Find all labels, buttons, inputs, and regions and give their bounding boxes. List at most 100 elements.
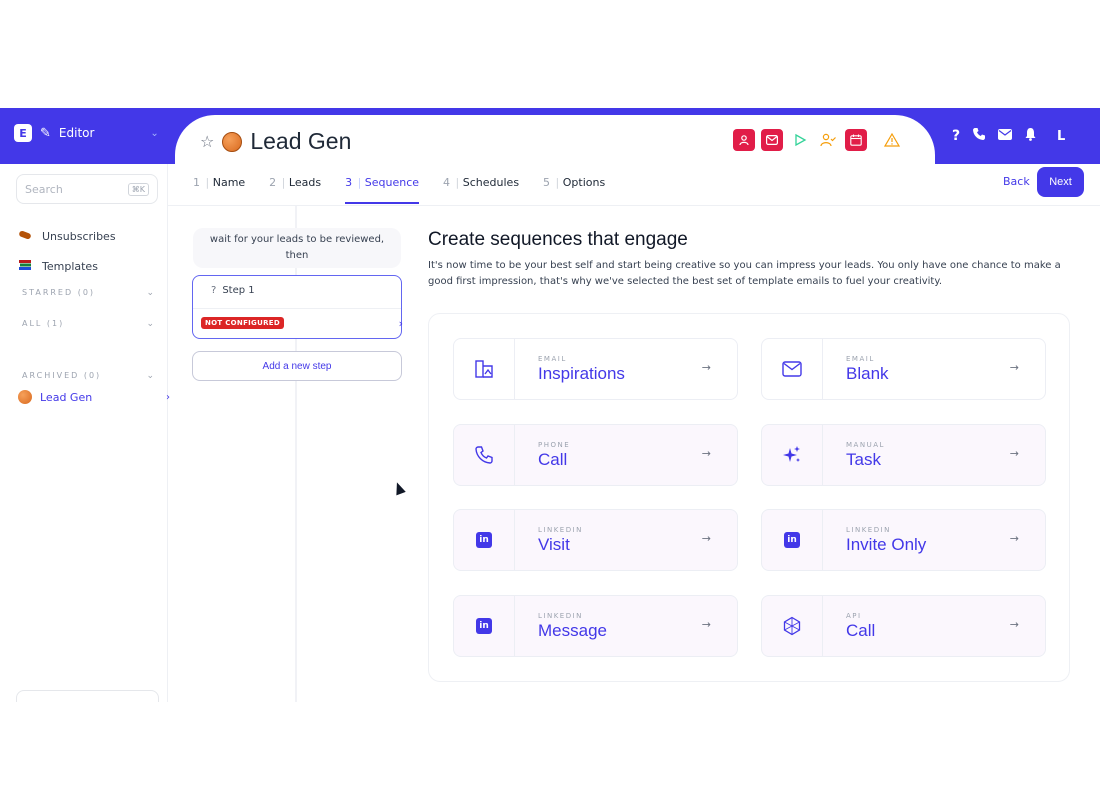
option-body: EMAIL Blank → (823, 339, 1045, 399)
option-api-call[interactable]: API Call → (761, 595, 1046, 657)
linkedin-contact-icon[interactable] (733, 129, 755, 151)
help-icon[interactable]: ? (952, 128, 960, 144)
phone-icon[interactable] (972, 127, 986, 145)
basketball-icon (18, 390, 32, 404)
tab-label: Sequence (364, 176, 420, 189)
linkedin-icon: in (454, 596, 515, 656)
back-button[interactable]: Back (1003, 175, 1030, 188)
option-body: LINKEDIN Message → (515, 596, 737, 656)
step-type-panel: EMAIL Inspirations → EMAIL Blank → PHONE… (428, 313, 1070, 682)
chevron-down-icon: ⌄ (146, 288, 154, 298)
tab-name[interactable]: 1 | Name (193, 172, 245, 204)
option-manual-task[interactable]: MANUAL Task → (761, 424, 1046, 486)
mouse-cursor-icon (392, 480, 406, 496)
warning-icon[interactable] (881, 129, 903, 151)
editor-switcher[interactable]: E ✎ Editor ⌄ (14, 124, 159, 142)
calendar-icon[interactable] (845, 129, 867, 151)
wait-text-line2: then (285, 250, 309, 261)
tab-label: Schedules (462, 176, 520, 189)
search-placeholder: Search (25, 182, 63, 196)
tab-leads[interactable]: 2 | Leads (269, 172, 321, 204)
basketball-icon (222, 131, 243, 152)
unsubscribe-icon (18, 229, 34, 244)
section-archived[interactable]: ARCHIVED (0) ⌄ (22, 371, 154, 381)
arrow-right-icon: → (701, 447, 711, 460)
tab-label: Name (212, 176, 246, 189)
tab-schedules[interactable]: 4 | Schedules (443, 172, 519, 204)
star-icon[interactable]: ☆ (200, 132, 214, 151)
option-email-inspirations[interactable]: EMAIL Inspirations → (453, 338, 738, 400)
sidebar-bottom-field[interactable] (16, 690, 159, 702)
sidebar-item-label: Lead Gen (40, 390, 93, 404)
play-icon[interactable] (789, 129, 811, 151)
sidebar-item-label: Templates (42, 260, 98, 273)
status-badge: NOT CONFIGURED (201, 317, 284, 329)
section-all[interactable]: ALL (1) ⌄ (22, 319, 154, 329)
sidebar-item-label: Unsubscribes (42, 230, 116, 243)
wait-text-line1: wait for your leads to be reviewed, (209, 234, 385, 245)
tab-sequence[interactable]: 3 | Sequence (345, 172, 420, 204)
sidebar-item-lead-gen[interactable]: Lead Gen › (18, 390, 170, 404)
tab-options[interactable]: 5 | Options (543, 172, 605, 204)
search-shortcut: ⌘K (127, 182, 149, 196)
chevron-down-icon: ⌄ (146, 371, 154, 381)
option-body: API Call → (823, 596, 1045, 656)
api-icon (762, 596, 823, 656)
chevron-right-icon: › (166, 391, 170, 403)
tab-divider (168, 205, 1100, 206)
chevron-right-icon[interactable]: › (399, 317, 403, 330)
add-step-button[interactable]: Add a new step (192, 351, 402, 381)
pencil-icon: ✎ (40, 125, 51, 141)
linkedin-icon: in (762, 510, 823, 570)
step-card[interactable]: ? Step 1 NOT CONFIGURED › (192, 275, 403, 339)
option-body: EMAIL Inspirations → (515, 339, 737, 399)
sidebar-item-templates[interactable]: Templates (18, 259, 98, 274)
option-body: MANUAL Task → (823, 425, 1045, 485)
user-check-icon[interactable] (817, 129, 839, 151)
tab-number: 4 (443, 176, 451, 189)
divider (193, 308, 401, 309)
linkedin-icon: in (454, 510, 515, 570)
phone-icon (454, 425, 515, 485)
avatar[interactable]: L (1049, 124, 1073, 148)
arrow-right-icon: → (701, 532, 711, 545)
option-body: LINKEDIN Invite Only → (823, 510, 1045, 570)
option-email-blank[interactable]: EMAIL Blank → (761, 338, 1046, 400)
next-button[interactable]: Next (1037, 167, 1084, 197)
linkedin-icon: in (784, 532, 800, 548)
step-header: ? Step 1 (211, 285, 255, 296)
linkedin-icon: in (476, 532, 492, 548)
arrow-right-icon: → (1009, 447, 1019, 460)
option-linkedin-visit[interactable]: in LINKEDIN Visit → (453, 509, 738, 571)
option-linkedin-message[interactable]: in LINKEDIN Message → (453, 595, 738, 657)
editor-label: Editor (58, 126, 95, 140)
section-label: STARRED (0) (22, 288, 96, 297)
sidebar: Search ⌘K Unsubscribes Templates STARRED… (0, 164, 170, 702)
search-input[interactable]: Search ⌘K (16, 174, 158, 204)
section-starred[interactable]: STARRED (0) ⌄ (22, 288, 154, 298)
option-linkedin-invite[interactable]: in LINKEDIN Invite Only → (761, 509, 1046, 571)
arrow-right-icon: → (1009, 361, 1019, 374)
linkedin-icon: in (476, 618, 492, 634)
sidebar-item-unsubscribes[interactable]: Unsubscribes (18, 229, 116, 244)
app-window: E ✎ Editor ⌄ ☆ Lead Gen ? L Search ⌘K Un… (0, 108, 1100, 702)
template-icon (454, 339, 515, 399)
option-body: PHONE Call → (515, 425, 737, 485)
app-logo-icon: E (14, 124, 32, 142)
email-icon[interactable] (761, 129, 783, 151)
chevron-down-icon: ⌄ (150, 127, 159, 139)
envelope-icon (762, 339, 823, 399)
arrow-right-icon: → (1009, 618, 1019, 631)
campaign-toolbar (733, 129, 903, 151)
option-phone-call[interactable]: PHONE Call → (453, 424, 738, 486)
page-title[interactable]: Lead Gen (250, 128, 351, 155)
global-actions: ? L (952, 124, 1073, 148)
tab-label: Options (562, 176, 606, 189)
section-label: ARCHIVED (0) (22, 371, 102, 380)
section-label: ALL (1) (22, 319, 65, 328)
step-label: Step 1 (222, 285, 255, 296)
mail-icon[interactable] (998, 128, 1013, 144)
content-description: It's now time to be your best self and s… (428, 260, 1061, 287)
tab-number: 1 (193, 176, 200, 189)
bell-icon[interactable] (1024, 127, 1037, 145)
